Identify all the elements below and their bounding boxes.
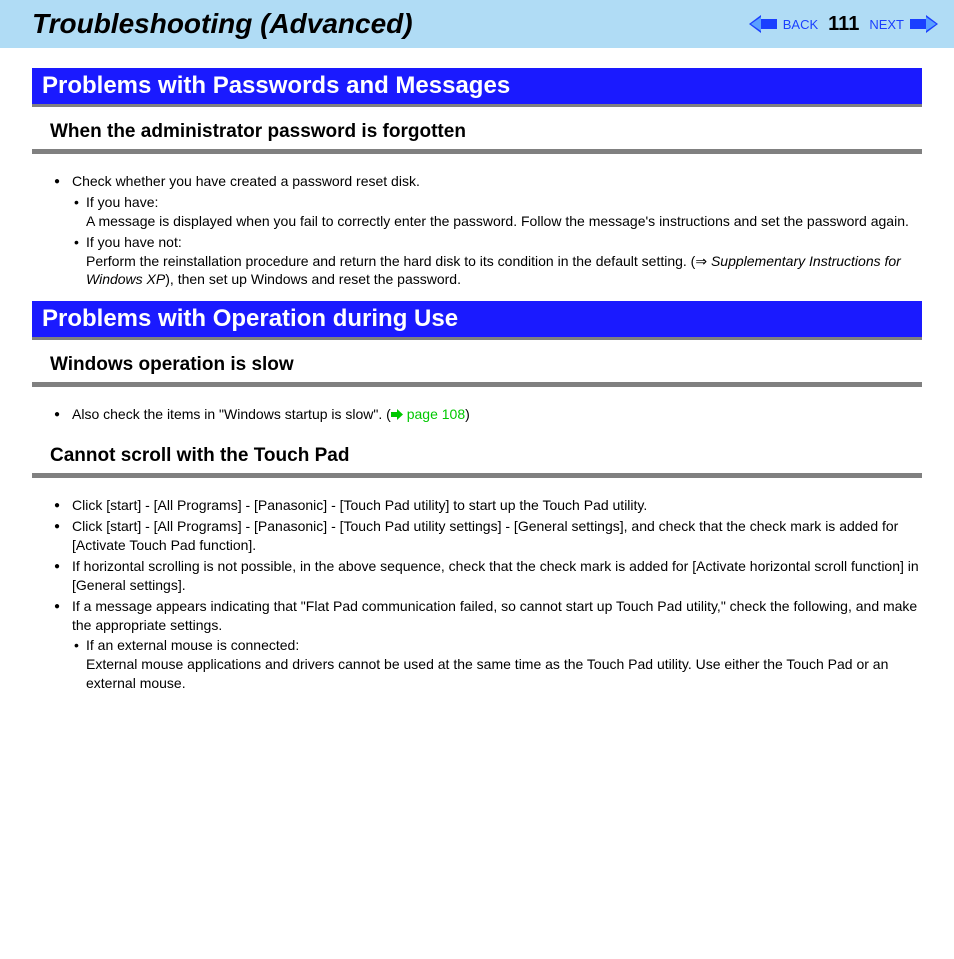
text: If horizontal scrolling is not possible,… — [72, 558, 919, 593]
password-list: Check whether you have created a passwor… — [32, 172, 922, 289]
page-number: 111 — [828, 13, 859, 36]
divider — [32, 473, 922, 478]
text: Also check the items in "Windows startup… — [72, 406, 391, 422]
slow-list: Also check the items in "Windows startup… — [32, 405, 922, 425]
next-arrow-icon[interactable] — [910, 15, 938, 33]
list-item: If an external mouse is connected: Exter… — [86, 636, 922, 693]
section-operation-title: Problems with Operation during Use — [32, 301, 922, 340]
text: Click [start] - [All Programs] - [Panaso… — [72, 518, 898, 553]
section-passwords-title: Problems with Passwords and Messages — [32, 68, 922, 107]
touchpad-list: Click [start] - [All Programs] - [Panaso… — [32, 496, 922, 693]
list-item: If a message appears indicating that "Fl… — [72, 597, 922, 693]
list-item: Click [start] - [All Programs] - [Panaso… — [72, 517, 922, 555]
text: If a message appears indicating that "Fl… — [72, 598, 917, 633]
divider — [32, 382, 922, 387]
page-title: Troubleshooting (Advanced) — [32, 8, 413, 40]
text: ) — [465, 406, 470, 422]
subsection-admin-password: When the administrator password is forgo… — [50, 121, 922, 145]
list-item: Check whether you have created a passwor… — [72, 172, 922, 289]
text: Check whether you have created a passwor… — [72, 173, 420, 189]
subsection-windows-slow: Windows operation is slow — [50, 354, 922, 378]
text: Click [start] - [All Programs] - [Panaso… — [72, 497, 647, 513]
text: If an external mouse is connected: — [86, 637, 299, 653]
list-item: Click [start] - [All Programs] - [Panaso… — [72, 496, 922, 515]
back-arrow-icon[interactable] — [749, 15, 777, 33]
text: If you have: — [86, 194, 158, 210]
list-item: Also check the items in "Windows startup… — [72, 405, 922, 425]
page-link[interactable]: page 108 — [403, 406, 465, 422]
text: External mouse applications and drivers … — [86, 655, 922, 693]
divider — [32, 149, 922, 154]
link-arrow-icon — [391, 406, 403, 425]
page-header: Troubleshooting (Advanced) BACK 111 NEXT — [0, 0, 954, 48]
list-item: If you have: A message is displayed when… — [86, 193, 922, 231]
list-item: If horizontal scrolling is not possible,… — [72, 557, 922, 595]
text: A message is displayed when you fail to … — [86, 212, 922, 231]
list-item: If you have not: Perform the reinstallat… — [86, 233, 922, 290]
text: Perform the reinstallation procedure and… — [86, 252, 922, 290]
text: If you have not: — [86, 234, 182, 250]
content: Problems with Passwords and Messages Whe… — [0, 48, 954, 693]
next-button[interactable]: NEXT — [869, 17, 904, 32]
back-button[interactable]: BACK — [783, 17, 818, 32]
page-nav: BACK 111 NEXT — [749, 13, 938, 36]
subsection-touchpad: Cannot scroll with the Touch Pad — [50, 445, 922, 469]
